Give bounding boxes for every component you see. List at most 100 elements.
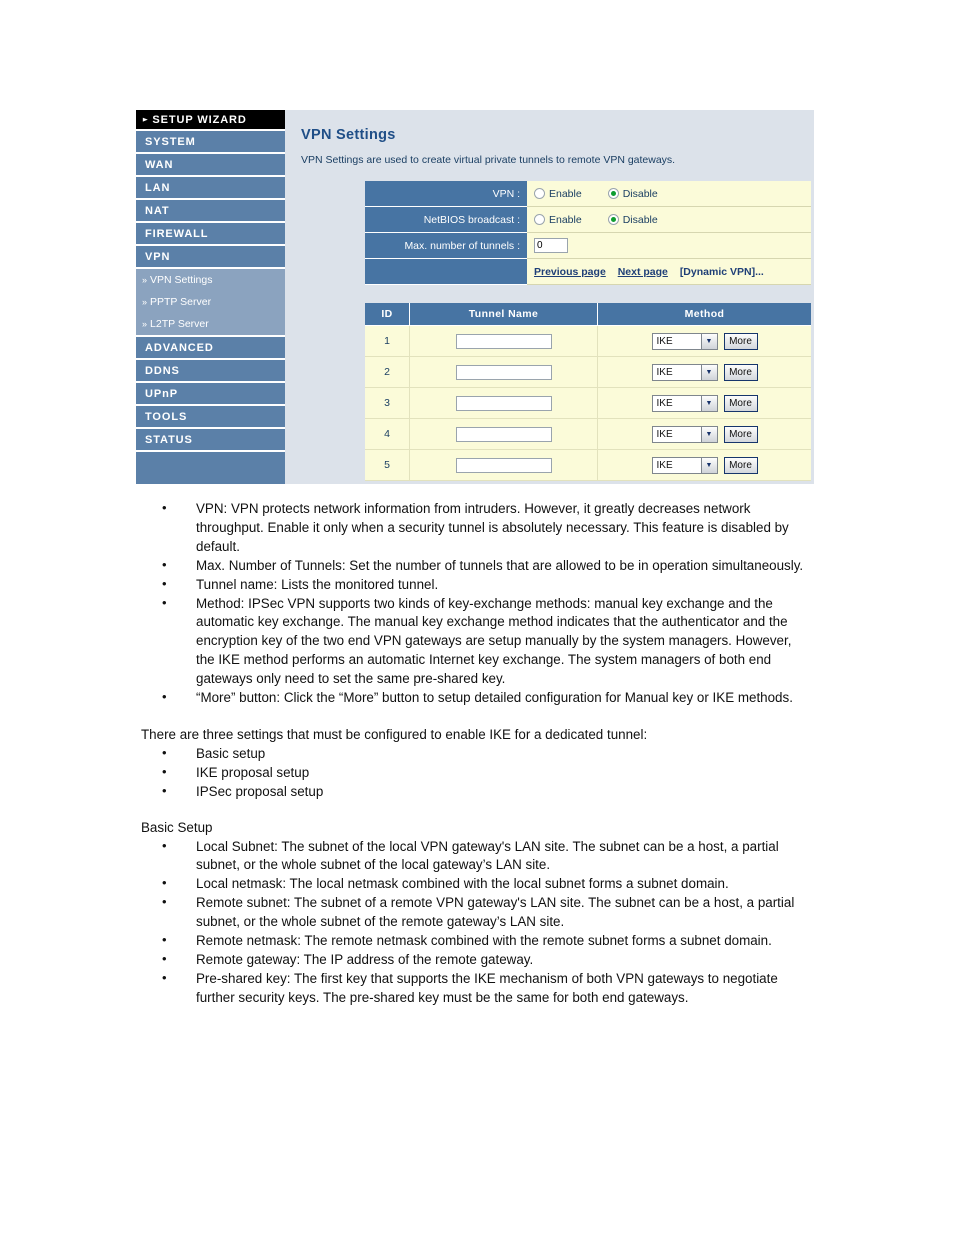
- more-button[interactable]: More: [723, 425, 758, 443]
- method-select[interactable]: IKE ▼: [651, 425, 718, 443]
- tunnel-id-cell: 3: [365, 387, 410, 419]
- list-item: Local netmask: The local netmask combine…: [162, 874, 813, 894]
- netbios-radio-group: Enable Disable: [534, 214, 811, 226]
- sidebar-item-lan[interactable]: LAN: [136, 177, 285, 200]
- double-chevron-icon: »: [142, 297, 148, 307]
- sidebar-item-label: TOOLS: [145, 410, 188, 423]
- method-controls: IKE ▼ More: [599, 425, 810, 443]
- setting-label-empty: [365, 258, 527, 285]
- list-item: Tunnel name: Lists the monitored tunnel.: [162, 575, 813, 595]
- tunnel-method-cell: IKE ▼ More: [597, 356, 811, 388]
- tunnel-method-cell: IKE ▼ More: [597, 387, 811, 419]
- method-select[interactable]: IKE ▼: [651, 456, 718, 474]
- list-item: Method: IPSec VPN supports two kinds of …: [162, 594, 813, 690]
- content-pane: VPN Settings VPN Settings are used to cr…: [285, 110, 814, 484]
- list-item: Pre-shared key: The first key that suppo…: [162, 969, 813, 1008]
- sidebar-item-upnp[interactable]: UPnP: [136, 383, 285, 406]
- list-item: VPN: VPN protects network information fr…: [162, 499, 813, 557]
- sidebar-item-status[interactable]: STATUS: [136, 429, 285, 452]
- method-select-value: IKE: [656, 366, 673, 378]
- method-select[interactable]: IKE ▼: [651, 363, 718, 381]
- method-controls: IKE ▼ More: [599, 363, 810, 381]
- sidebar-item-wan[interactable]: WAN: [136, 154, 285, 177]
- sidebar-item-tools[interactable]: TOOLS: [136, 406, 285, 429]
- tunnel-name-cell: [409, 449, 598, 481]
- basic-setup-heading: Basic Setup: [141, 819, 213, 835]
- method-controls: IKE ▼ More: [599, 332, 810, 350]
- sidebar-item-setup-wizard[interactable]: ▸ SETUP WIZARD: [136, 110, 285, 131]
- tunnel-name-cell: [409, 356, 598, 388]
- tunnel-id-cell: 2: [365, 356, 410, 388]
- page-description: VPN Settings are used to create virtual …: [301, 154, 676, 166]
- more-button[interactable]: More: [723, 332, 758, 350]
- list-item: Basic setup: [162, 744, 813, 764]
- tunnel-name-input[interactable]: [455, 364, 552, 380]
- list-item: Local Subnet: The subnet of the local VP…: [162, 837, 813, 876]
- sidebar-submenu-vpn: » VPN Settings » PPTP Server » L2TP Serv…: [136, 269, 285, 337]
- ike-bullet-list: Basic setup IKE proposal setup IPSec pro…: [141, 744, 813, 802]
- sidebar-subitem-label: L2TP Server: [150, 318, 209, 330]
- dynamic-vpn-link[interactable]: [Dynamic VPN]...: [680, 266, 764, 278]
- method-select-value: IKE: [656, 335, 673, 347]
- sidebar-item-advanced[interactable]: ADVANCED: [136, 337, 285, 360]
- sidebar-item-ddns[interactable]: DDNS: [136, 360, 285, 383]
- sidebar-subitem-vpn-settings[interactable]: » VPN Settings: [136, 269, 285, 291]
- method-select[interactable]: IKE ▼: [651, 332, 718, 350]
- sidebar-item-label: NAT: [145, 204, 170, 217]
- document-body: VPN: VPN protects network information fr…: [141, 499, 813, 1008]
- tunnel-method-cell: IKE ▼ More: [597, 449, 811, 481]
- list-item: Remote subnet: The subnet of a remote VP…: [162, 893, 813, 932]
- tunnel-id-cell: 4: [365, 418, 410, 450]
- method-select-value: IKE: [656, 397, 673, 409]
- table-row: 5 IKE ▼ More: [365, 449, 811, 481]
- setting-value-vpn: Enable Disable: [527, 181, 811, 207]
- tunnel-name-cell: [409, 418, 598, 450]
- method-select-value: IKE: [656, 459, 673, 471]
- main-bullet-list: VPN: VPN protects network information fr…: [141, 499, 813, 708]
- setting-row-netbios: NetBIOS broadcast : Enable Disable: [365, 206, 811, 233]
- setting-row-vpn: VPN : Enable Disable: [365, 181, 811, 207]
- sidebar-item-firewall[interactable]: FIREWALL: [136, 223, 285, 246]
- method-select-value: IKE: [656, 428, 673, 440]
- next-page-link[interactable]: Next page: [618, 266, 668, 278]
- tunnel-name-input[interactable]: [455, 333, 552, 349]
- sidebar-item-label: SYSTEM: [145, 135, 196, 148]
- double-chevron-icon: »: [142, 275, 148, 285]
- more-button[interactable]: More: [723, 363, 758, 381]
- router-admin-screenshot: ▸ SETUP WIZARD SYSTEM WAN LAN NAT FIREWA…: [136, 110, 814, 484]
- sidebar-item-vpn[interactable]: VPN: [136, 246, 285, 269]
- vpn-radio-disable[interactable]: Disable: [607, 188, 658, 200]
- page-title: VPN Settings: [301, 127, 396, 143]
- more-button[interactable]: More: [723, 394, 758, 412]
- list-item: “More” button: Click the “More” button t…: [162, 688, 813, 708]
- vpn-settings-table: VPN : Enable Disable NetBIOS broadcast:…: [365, 181, 811, 285]
- sidebar-subitem-label: PPTP Server: [150, 296, 212, 308]
- column-header-tunnel-name: Tunnel Name: [409, 303, 598, 326]
- netbios-radio-disable[interactable]: Disable: [607, 214, 658, 226]
- double-chevron-icon: »: [142, 319, 148, 329]
- method-select[interactable]: IKE ▼: [651, 394, 718, 412]
- chevron-down-icon: ▼: [700, 333, 717, 349]
- sidebar-subitem-l2tp-server[interactable]: » L2TP Server: [136, 313, 285, 335]
- sidebar-item-label: VPN: [145, 250, 171, 263]
- max-tunnels-input[interactable]: [534, 238, 568, 253]
- chevron-down-icon: ▼: [700, 457, 717, 473]
- sidebar-item-system[interactable]: SYSTEM: [136, 131, 285, 154]
- tunnel-name-input[interactable]: [455, 395, 552, 411]
- sidebar-item-label: STATUS: [145, 433, 193, 446]
- netbios-radio-enable[interactable]: Enable: [534, 214, 582, 226]
- list-item: Max. Number of Tunnels: Set the number o…: [162, 556, 813, 576]
- setting-value-netbios: Enable Disable: [527, 206, 811, 233]
- list-item: IPSec proposal setup: [162, 782, 813, 802]
- setting-label-max-tunnels: Max. number of tunnels :: [365, 232, 527, 259]
- previous-page-link[interactable]: Previous page: [534, 266, 606, 278]
- tunnel-name-input[interactable]: [455, 457, 552, 473]
- netbios-radio-enable-label: Enable: [549, 213, 582, 226]
- tunnel-table-header-row: ID Tunnel Name Method: [365, 303, 811, 326]
- sidebar-subitem-pptp-server[interactable]: » PPTP Server: [136, 291, 285, 313]
- more-button[interactable]: More: [723, 456, 758, 474]
- tunnel-name-cell: [409, 325, 598, 357]
- sidebar-item-nat[interactable]: NAT: [136, 200, 285, 223]
- vpn-radio-enable[interactable]: Enable: [534, 188, 582, 200]
- tunnel-name-input[interactable]: [455, 426, 552, 442]
